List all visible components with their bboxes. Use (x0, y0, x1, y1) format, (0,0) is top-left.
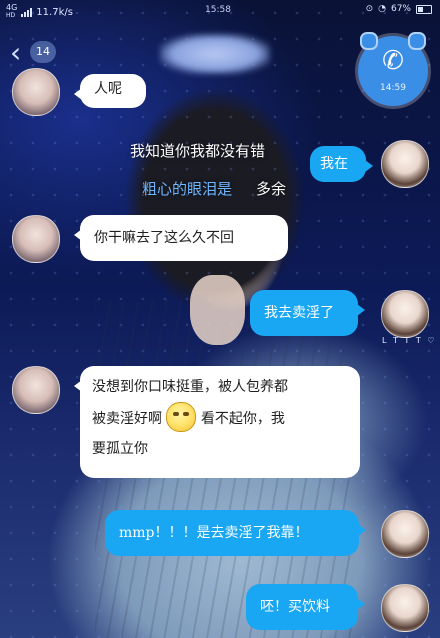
alarm-icon: ◔ (378, 4, 386, 14)
unread-count-badge[interactable]: 14 (30, 41, 56, 63)
background-hand (190, 275, 245, 345)
clock: 15:58 (205, 5, 231, 15)
message-bubble-left[interactable]: 人呢 (74, 74, 146, 108)
avatar-contact[interactable] (12, 68, 60, 116)
message-bubble-left[interactable]: 没想到你口味挺重，被人包养都 被卖淫好啊 看不起你，我 要孤立你 (74, 366, 360, 478)
phone-icon: ✆ (382, 46, 404, 76)
message-text-fragment: 看不起你，我 (200, 411, 285, 427)
message-bubble-right[interactable]: mmp！！！是去卖淫了我靠！ (105, 510, 366, 556)
message-text-line: 被卖淫好啊 看不起你，我 (92, 402, 348, 434)
status-left: 4G HD 11.7k/s (6, 4, 73, 20)
message-bubble-right[interactable]: 呸！买饮料 (246, 584, 365, 630)
avatar-self[interactable] (381, 584, 429, 632)
back-button[interactable]: ‹ (10, 39, 30, 67)
lyric-overlay-line1: 我知道你我都没有错 (130, 142, 266, 160)
status-right: ⊙ ◔ 67% (366, 4, 432, 14)
message-text: 你干嘛去了这么久不回 (94, 230, 234, 246)
message-text: 呸！买饮料 (260, 599, 330, 615)
battery-percent: 67% (390, 4, 411, 14)
message-bubble-left[interactable]: 你干嘛去了这么久不回 (74, 215, 288, 261)
call-button[interactable]: ✆ 14:59 (358, 32, 428, 106)
message-text-line: 没想到你口味挺重，被人包养都 (92, 379, 288, 395)
lyric-overlay-line2-blue: 粗心的眼泪是 (142, 180, 233, 198)
avatar-contact[interactable] (12, 215, 60, 263)
message-text: 我在 (320, 156, 348, 172)
status-bar: 4G HD 11.7k/s 15:58 ⊙ ◔ 67% (0, 0, 440, 22)
avatar-self[interactable] (381, 140, 429, 188)
contact-name-blurred (160, 34, 270, 74)
message-text-fragment: 被卖淫好啊 (92, 411, 162, 427)
network-type: 4G (6, 3, 18, 12)
avatar-self[interactable] (381, 290, 429, 338)
call-time: 14:59 (380, 83, 406, 93)
network-speed: 11.7k/s (36, 6, 73, 18)
message-text: 人呢 (94, 81, 122, 97)
network-indicator: 4G HD (6, 4, 17, 20)
message-text-line: 要孤立你 (92, 441, 148, 457)
signal-icon (21, 7, 33, 17)
lyric-overlay-line2-white: 多余 (256, 180, 287, 198)
avatar-self[interactable] (381, 510, 429, 558)
emoji-rolling-eyes-icon (166, 402, 197, 432)
chevron-left-icon: ‹ (10, 36, 22, 69)
message-text: mmp！！！是去卖淫了我靠！ (119, 525, 309, 541)
message-text: 我去卖淫了 (264, 305, 334, 321)
avatar-contact[interactable] (12, 366, 60, 414)
message-bubble-right[interactable]: 我在 (310, 146, 373, 182)
battery-icon (416, 4, 432, 14)
avatar-caption: L T T T ♡ (382, 336, 437, 345)
network-sub: HD (6, 12, 16, 19)
message-bubble-right[interactable]: 我去卖淫了 (250, 290, 365, 336)
headset-icon: ⊙ (365, 4, 374, 14)
